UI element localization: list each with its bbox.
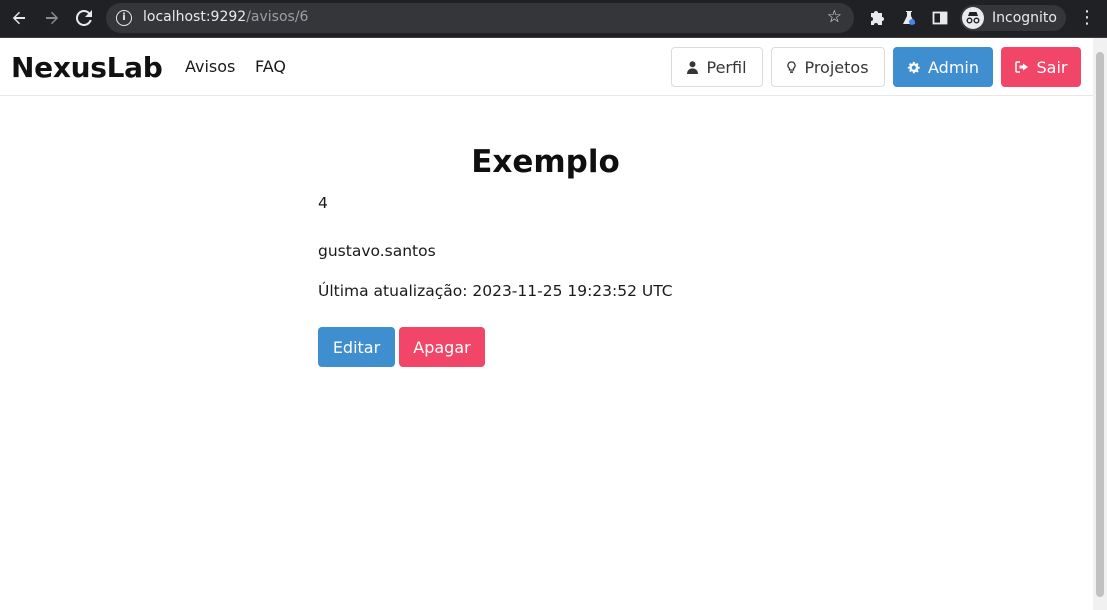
star-icon[interactable]: ☆ (827, 7, 842, 27)
sidebar-icon[interactable] (928, 6, 952, 30)
site-navbar: NexusLab Avisos FAQ Perfil Projetos Admi… (0, 38, 1093, 96)
admin-label: Admin (928, 57, 979, 77)
aviso-body: 4 (318, 194, 328, 212)
forward-icon[interactable] (39, 5, 65, 31)
sair-button[interactable]: Sair (1001, 47, 1081, 87)
aviso-author: gustavo.santos (318, 242, 436, 260)
browser-toolbar: i localhost:9292/avisos/6 ☆ Incognito ⋮ (0, 0, 1107, 38)
flask-icon[interactable] (897, 6, 921, 30)
gear-icon (907, 61, 920, 74)
address-bar[interactable]: i localhost:9292/avisos/6 ☆ (106, 3, 854, 33)
edit-button[interactable]: Editar (318, 327, 395, 367)
scrollbar[interactable] (1093, 38, 1107, 610)
projetos-label: Projetos (804, 57, 869, 77)
perfil-label: Perfil (706, 57, 747, 77)
user-icon (687, 60, 699, 74)
sair-label: Sair (1036, 57, 1068, 77)
scroll-thumb[interactable] (1096, 52, 1104, 597)
info-icon[interactable]: i (116, 10, 132, 26)
nav-link-faq[interactable]: FAQ (255, 57, 286, 76)
incognito-icon (962, 7, 984, 29)
reload-icon[interactable] (71, 5, 97, 31)
more-icon[interactable]: ⋮ (1078, 6, 1096, 30)
projetos-button[interactable]: Projetos (771, 47, 885, 87)
page: NexusLab Avisos FAQ Perfil Projetos Admi… (0, 38, 1093, 610)
aviso-updated: Última atualização: 2023-11-25 19:23:52 … (318, 282, 673, 300)
lightbulb-icon (787, 60, 797, 74)
aviso-title: Exemplo (471, 144, 620, 180)
admin-button[interactable]: Admin (893, 47, 993, 87)
puzzle-icon[interactable] (866, 6, 890, 30)
incognito-badge[interactable]: Incognito (960, 5, 1066, 31)
back-icon[interactable] (6, 5, 32, 31)
delete-button[interactable]: Apagar (399, 327, 485, 367)
nav-link-avisos[interactable]: Avisos (185, 57, 235, 76)
incognito-label: Incognito (992, 10, 1057, 26)
brand-logo[interactable]: NexusLab (11, 51, 163, 84)
sign-out-icon (1014, 61, 1029, 73)
perfil-button[interactable]: Perfil (671, 47, 763, 87)
url-text[interactable]: localhost:9292/avisos/6 (143, 9, 308, 25)
